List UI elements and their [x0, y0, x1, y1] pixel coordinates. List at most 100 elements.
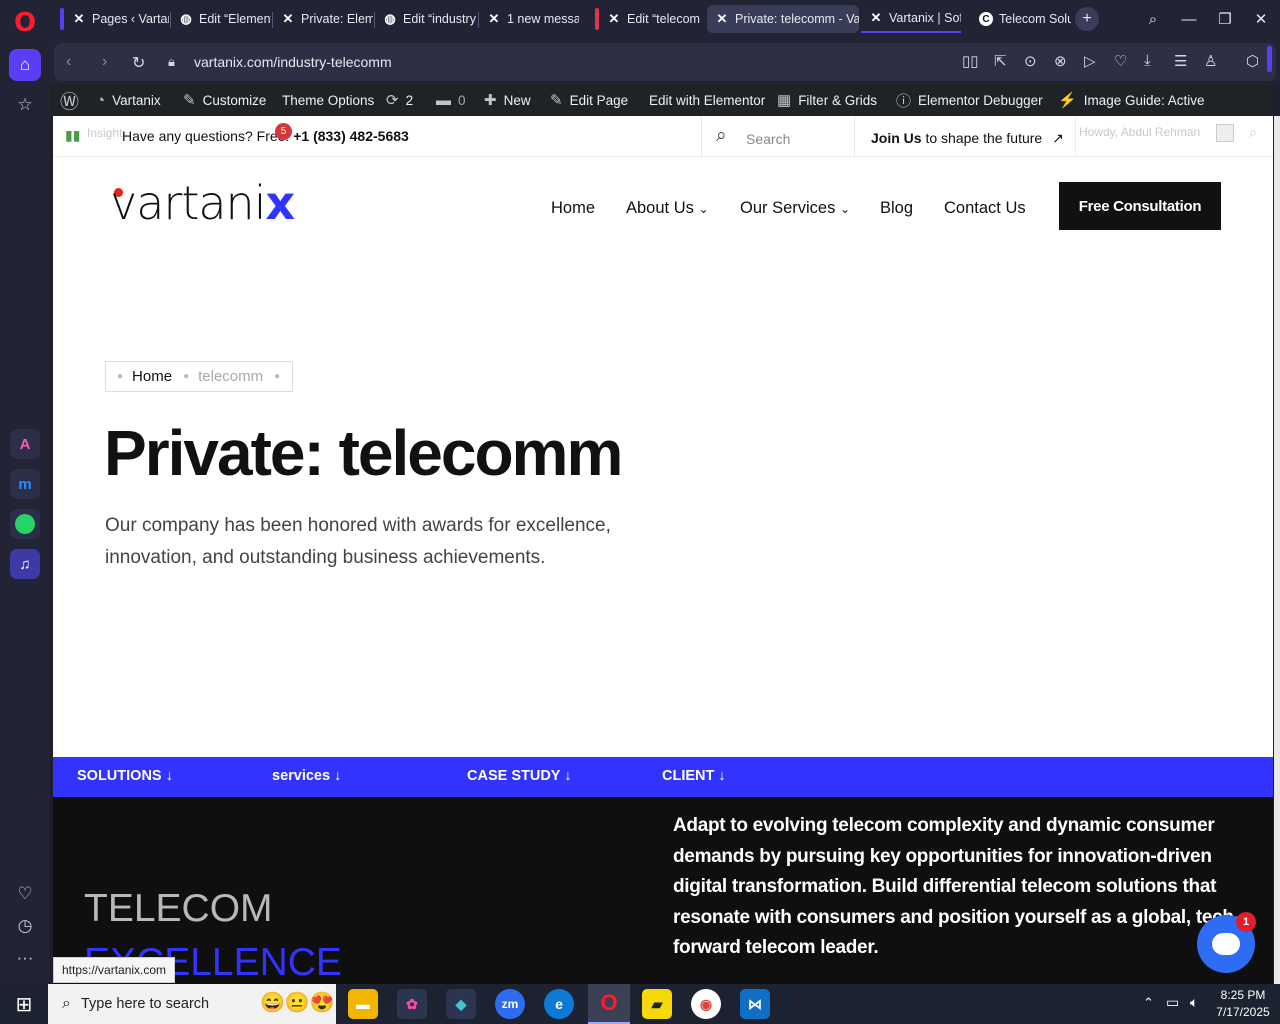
tab-edit-industry[interactable]: ◍ Edit “industry — [375, 5, 477, 33]
taskbar-search[interactable]: ⌕ Type here to search 😄😐😍 — [48, 984, 336, 1024]
vartanix-x-icon: ✕ — [282, 11, 294, 26]
close-icon[interactable]: ✕ — [1246, 6, 1276, 32]
new-content-menu[interactable]: ✚ New — [484, 84, 531, 116]
nav-blog[interactable]: Blog — [880, 199, 913, 218]
tab-private-element[interactable]: ✕ Private: Eleme — [273, 5, 373, 33]
lock-icon[interactable]: 🔒︎ — [168, 54, 175, 70]
more-icon[interactable]: ··· — [9, 942, 41, 974]
howdy-text: Howdy, Abdul Rehman — [1079, 125, 1201, 139]
page-scrollbar[interactable] — [1274, 116, 1280, 984]
reader-icon[interactable]: ▯▯ — [962, 52, 979, 70]
notification-badge: 5 — [275, 123, 292, 140]
sidebar-toggle[interactable] — [1267, 46, 1272, 72]
updates-link[interactable]: ⟳ 2 — [386, 84, 413, 116]
crumb-home[interactable]: Home — [132, 368, 172, 385]
tab-telecom-solutions[interactable]: C Telecom Solut — [971, 5, 1071, 33]
edit-elementor-link[interactable]: Edit with Elementor — [649, 84, 765, 116]
menu-icon[interactable]: ☰ — [1174, 52, 1187, 70]
download-icon[interactable]: ⤓ — [1144, 52, 1151, 69]
heart-icon[interactable]: ♡ — [1114, 52, 1127, 70]
nav-about-label: About Us — [626, 199, 694, 217]
join-rest: to shape the future — [925, 130, 1043, 146]
sticky-notes-icon[interactable]: ▰ — [642, 989, 672, 1019]
forward-icon[interactable]: › — [102, 53, 107, 71]
back-icon[interactable]: ‹ — [66, 53, 71, 71]
nav-contact[interactable]: Contact Us — [944, 199, 1026, 218]
cat-services[interactable]: services ↓ — [272, 768, 341, 784]
tab-edit-telecom[interactable]: ✕ Edit “telecom — [599, 5, 703, 33]
history-icon[interactable]: ◷ — [9, 910, 41, 942]
customize-link[interactable]: ✎ Customize — [183, 84, 266, 116]
app-diamond-icon[interactable]: ◆ — [446, 989, 476, 1019]
join-us-link[interactable]: Join Us to shape the future ↗ — [871, 130, 1064, 147]
messenger-icon[interactable]: m — [10, 469, 40, 499]
reload-icon[interactable]: ↻ — [132, 53, 145, 73]
profile-icon[interactable]: ♙ — [1204, 52, 1217, 70]
windows-start-icon[interactable]: ⊞ — [0, 984, 48, 1024]
arrow-down-icon: ↓ — [718, 768, 726, 784]
logo-text: vartanix — [110, 176, 295, 230]
vartanix-logo[interactable]: vartanix — [110, 176, 295, 230]
edit-page-link[interactable]: ✎ Edit Page — [550, 84, 628, 116]
paint-icon[interactable]: ✿ — [397, 989, 427, 1019]
free-consultation-button[interactable]: Free Consultation — [1059, 182, 1221, 230]
chrome-icon[interactable]: ◉ — [691, 989, 721, 1019]
site-name-menu[interactable]: ◔ Vartanix — [96, 84, 161, 116]
volume-icon[interactable]: 🔈︎ — [1190, 994, 1198, 1011]
nav-home[interactable]: Home — [551, 199, 595, 218]
vscode-icon[interactable]: ⋈ — [740, 989, 770, 1019]
cat-client[interactable]: CLIENT ↓ — [662, 768, 726, 784]
arrow-down-icon: ↓ — [564, 768, 572, 784]
url-field[interactable]: vartanix.com/industry-telecomm — [194, 54, 392, 70]
share-icon[interactable]: ⇱ — [994, 52, 1007, 70]
search-icon: ⌕ — [716, 125, 727, 146]
flow-icon[interactable]: ▷ — [1084, 52, 1096, 70]
address-bar[interactable]: ‹ › ↻ 🔒︎ vartanix.com/industry-telecomm … — [54, 43, 1276, 81]
opera-logo-icon[interactable]: O — [12, 8, 38, 38]
music-player-icon[interactable]: ♫ — [10, 549, 40, 579]
site-search[interactable]: ⌕ Search — [701, 116, 855, 157]
extensions-icon[interactable]: ⬡ — [1246, 52, 1259, 70]
phone-number[interactable]: +1 (833) 482-5683 — [293, 128, 409, 144]
home-icon[interactable]: ⌂ — [9, 49, 41, 81]
nav-about[interactable]: About Us ⌄ — [626, 199, 709, 218]
crumb-dot: ● — [183, 371, 190, 382]
cat-case-study[interactable]: CASE STUDY ↓ — [467, 768, 571, 784]
tab-vartanix-soft[interactable]: ✕ Vartanix | Soft — [861, 5, 961, 33]
elementor-debugger-link[interactable]: ⓘ Elementor Debugger — [896, 84, 1043, 116]
star-icon[interactable]: ☆ — [9, 89, 41, 121]
heart-icon[interactable]: ♡ — [9, 878, 41, 910]
wp-admin-bar: Ⓦ ◔ Vartanix ✎ Customize Theme Options ⟳ 2 … — [50, 84, 1274, 116]
network-icon[interactable]: ▭ — [1166, 994, 1179, 1011]
adblock-icon[interactable]: ⊗ — [1054, 52, 1067, 70]
edge-icon[interactable]: e — [544, 989, 574, 1019]
image-guide-link[interactable]: ⚡ Image Guide: Active — [1058, 84, 1205, 116]
zoho-meeting-icon[interactable]: zm — [495, 989, 525, 1019]
file-explorer-icon[interactable]: ▬ — [348, 989, 378, 1019]
nav-services[interactable]: Our Services ⌄ — [740, 199, 850, 218]
tab-label: Pages ‹ Vartan — [92, 12, 169, 26]
clock[interactable]: 8:25 PM 7/17/2025 — [1214, 987, 1272, 1021]
maximize-icon[interactable]: ❐ — [1210, 6, 1240, 32]
minimize-icon[interactable]: — — [1174, 6, 1204, 32]
wordpress-logo[interactable]: Ⓦ — [60, 84, 86, 116]
aria-app-icon[interactable]: A — [10, 429, 40, 459]
image-guide-label: Image Guide: Active — [1083, 92, 1205, 108]
updates-count: 2 — [405, 92, 414, 108]
tray-chevron-icon[interactable]: ⌃ — [1143, 995, 1154, 1011]
comments-link[interactable]: ▬ 0 — [436, 84, 466, 116]
whatsapp-icon[interactable] — [10, 509, 40, 539]
filter-grids-link[interactable]: ▦ Filter & Grids — [777, 84, 877, 116]
opera-taskbar-icon[interactable]: O — [588, 984, 630, 1024]
tab-pages[interactable]: ✕ Pages ‹ Vartan — [64, 5, 169, 33]
theme-options-link[interactable]: Theme Options — [282, 84, 374, 116]
new-tab-button[interactable]: + — [1075, 7, 1099, 31]
camera-icon[interactable]: ⊙ — [1024, 52, 1037, 70]
tab-edit-element[interactable]: ◍ Edit “Element — [171, 5, 271, 33]
question-text: Have any questions? Free: +1 (833) 482-5… — [122, 128, 409, 144]
tab-private-telecomm[interactable]: ✕ Private: telecomm - Var — [707, 5, 859, 33]
tab-new-message[interactable]: ✕ 1 new messag — [479, 5, 579, 33]
cat-solutions[interactable]: SOLUTIONS ↓ — [77, 768, 173, 784]
arrow-down-icon: ↓ — [165, 768, 173, 784]
tab-search-icon[interactable]: ⌕ — [1138, 6, 1168, 32]
